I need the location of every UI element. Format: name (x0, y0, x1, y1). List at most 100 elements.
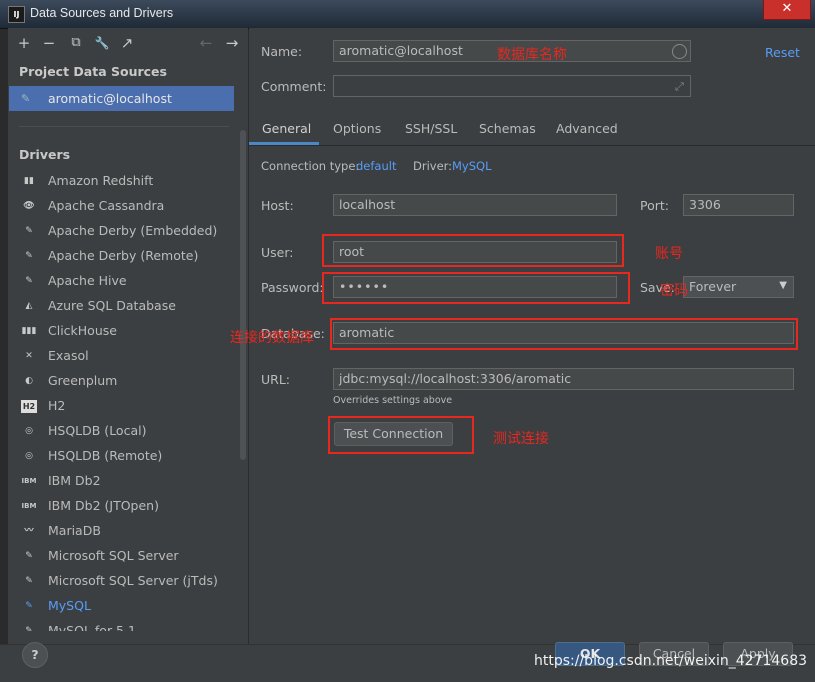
driver-item[interactable]: 👁 Apache Cassandra (19, 194, 234, 219)
driver-item[interactable]: ◐ Greenplum (19, 369, 234, 394)
color-circle-icon[interactable] (672, 44, 687, 59)
highlight-box-test (328, 416, 474, 454)
driver-item[interactable]: IBM IBM Db2 (JTOpen) (19, 494, 234, 519)
tab-divider (249, 145, 815, 146)
driver-label: H2 (48, 398, 66, 413)
add-icon[interactable]: + (14, 33, 34, 53)
driver-label: Apache Hive (48, 273, 127, 288)
annotation-test: 测试连接 (493, 431, 549, 447)
annotation-account: 账号 (655, 246, 683, 262)
tab-general[interactable]: General (262, 121, 311, 136)
driver-item[interactable]: ✎ Apache Derby (Embedded) (19, 219, 234, 244)
exasol-icon: ✕ (25, 351, 33, 361)
driver-item[interactable]: H2 H2 (19, 394, 234, 419)
url-label: URL: (261, 372, 291, 387)
h2-icon: H2 (21, 400, 37, 413)
app-icon: IJ (8, 6, 25, 23)
driver-label: Microsoft SQL Server (jTds) (48, 573, 218, 588)
comment-field[interactable] (333, 75, 691, 97)
driver-item[interactable]: ✎ Apache Derby (Remote) (19, 244, 234, 269)
tab-schemas[interactable]: Schemas (479, 121, 536, 136)
derby-icon: ✎ (25, 251, 33, 261)
save-dropdown[interactable]: Forever ▼ (683, 276, 794, 298)
driver-item-mysql[interactable]: ✎ MySQL (19, 594, 234, 619)
mysql-icon: ✎ (25, 626, 33, 631)
remove-icon[interactable]: − (39, 33, 59, 53)
annotation-password: 密码 (660, 283, 688, 299)
port-label: Port: (640, 198, 669, 213)
tab-options[interactable]: Options (333, 121, 381, 136)
driver-item[interactable]: ◎ HSQLDB (Local) (19, 419, 234, 444)
highlight-box-password (322, 272, 630, 304)
port-field[interactable]: 3306 (683, 194, 794, 216)
azure-icon: ◭ (25, 301, 33, 311)
driver-label: MySQL (48, 598, 91, 613)
password-label: Password: (261, 280, 324, 295)
driver-item[interactable]: IBM IBM Db2 (19, 469, 234, 494)
driver-label: MySQL for 5.1 (48, 623, 136, 631)
copy-icon[interactable]: ⧉ (66, 33, 86, 53)
sql-server-icon: ✎ (25, 576, 33, 586)
driver-item[interactable]: ✎ Microsoft SQL Server (19, 544, 234, 569)
tab-advanced[interactable]: Advanced (556, 121, 618, 136)
mysql-datasource-icon: ✎ (21, 92, 31, 105)
greenplum-icon: ◐ (25, 376, 33, 386)
window-title: Data Sources and Drivers (30, 6, 174, 20)
driver-item[interactable]: ✕ Exasol (19, 344, 234, 369)
reset-link[interactable]: Reset (765, 45, 800, 60)
back-icon[interactable]: ← (196, 33, 216, 53)
driver-label: Microsoft SQL Server (48, 548, 179, 563)
highlight-box-user (322, 234, 624, 267)
driver-item[interactable]: 〰 MariaDB (19, 519, 234, 544)
driver-label: Apache Derby (Embedded) (48, 223, 218, 238)
ibm-db2-icon: IBM (21, 502, 37, 510)
driver-item[interactable]: ◭ Azure SQL Database (19, 294, 234, 319)
data-source-item[interactable]: ✎ aromatic@localhost (9, 86, 234, 111)
driver-link[interactable]: MySQL (452, 159, 492, 173)
driver-item[interactable]: ◎ HSQLDB (Remote) (19, 444, 234, 469)
divider (19, 126, 229, 127)
sql-server-icon: ✎ (25, 551, 33, 561)
forward-icon[interactable]: → (222, 33, 242, 53)
chevron-down-icon: ▼ (779, 280, 787, 291)
driver-label: HSQLDB (Remote) (48, 448, 163, 463)
project-data-sources-header: Project Data Sources (19, 64, 167, 79)
mariadb-icon: 〰 (24, 526, 34, 536)
driver-label: Exasol (48, 348, 89, 363)
connection-type-label: Connection type: (261, 159, 360, 173)
watermark-text: https://blog.csdn.net/weixin_42714683 (534, 653, 808, 669)
driver-label: Azure SQL Database (48, 298, 176, 313)
tab-ssh-ssl[interactable]: SSH/SSL (405, 121, 457, 136)
driver-item[interactable]: ✎ MySQL for 5.1 (19, 619, 234, 631)
driver-item[interactable]: ✎ Microsoft SQL Server (jTds) (19, 569, 234, 594)
wrench-icon[interactable]: 🔧 (92, 33, 112, 53)
ibm-db2-icon: IBM (21, 477, 37, 485)
driver-item[interactable]: ▮▮▮ ClickHouse (19, 319, 234, 344)
redshift-icon: ▮▮ (24, 176, 34, 186)
expand-icon[interactable]: ⤢ (675, 80, 684, 94)
driver-label: MariaDB (48, 523, 101, 538)
driver-item[interactable]: ▮▮ Amazon Redshift (19, 169, 234, 194)
derby-icon: ✎ (25, 226, 33, 236)
name-label: Name: (261, 44, 303, 59)
close-button[interactable]: ✕ (763, 0, 811, 20)
driver-label: Greenplum (48, 373, 118, 388)
driver-label: Apache Cassandra (48, 198, 165, 213)
drivers-header: Drivers (19, 147, 71, 162)
help-button[interactable]: ? (22, 642, 48, 668)
mysql-icon: ✎ (25, 601, 33, 611)
save-dropdown-value: Forever (689, 279, 737, 294)
url-field[interactable]: jdbc:mysql://localhost:3306/aromatic (333, 368, 794, 390)
host-field[interactable]: localhost (333, 194, 617, 216)
annotation-db-name: 数据库名称 (497, 47, 567, 63)
driver-label: IBM Db2 (48, 473, 101, 488)
hsqldb-icon: ◎ (25, 426, 33, 436)
driver-label: IBM Db2 (JTOpen) (48, 498, 159, 513)
title-bar: IJ Data Sources and Drivers ✕ (0, 0, 815, 29)
sidebar-scrollbar[interactable] (240, 130, 246, 460)
jump-to-icon[interactable]: ↗ (117, 33, 137, 53)
driver-item[interactable]: ✎ Apache Hive (19, 269, 234, 294)
connection-type-link[interactable]: default (356, 159, 396, 173)
annotation-database: 连接的数据库 (230, 330, 314, 346)
driver-label: ClickHouse (48, 323, 117, 338)
